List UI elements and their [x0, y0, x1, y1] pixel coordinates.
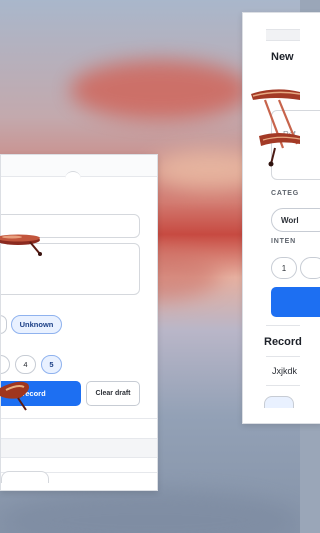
category-chip-partial[interactable] — [1, 315, 7, 334]
record-tag-pill-right[interactable] — [264, 396, 294, 408]
biplane-image — [251, 89, 300, 167]
section-divider — [1, 418, 157, 419]
record-row-text: Jxjkdk — [272, 366, 298, 376]
records-header-row — [1, 438, 157, 458]
airplane-image-top — [0, 234, 42, 256]
category-chip-world[interactable]: Worl — [271, 208, 320, 232]
airplane-image-bottom — [0, 381, 29, 411]
intensity-option-2[interactable] — [300, 257, 320, 279]
right-card-header-bar — [266, 29, 300, 41]
save-record-button-right[interactable] — [271, 287, 320, 317]
intensity-label: INTEN — [271, 238, 296, 245]
category-label: CATEG — [271, 190, 299, 197]
left-form-card: Unknown 4 5 record Clear draft — [0, 154, 158, 491]
intensity-option-1[interactable]: 1 — [271, 257, 297, 279]
right-section-divider — [266, 325, 300, 326]
clear-draft-button[interactable]: Clear draft — [86, 381, 140, 406]
record-tag-pill[interactable] — [1, 471, 49, 483]
new-record-title: New — [271, 51, 294, 63]
category-chip-unknown[interactable]: Unknown — [11, 315, 62, 334]
records-title: Record — [264, 336, 302, 348]
